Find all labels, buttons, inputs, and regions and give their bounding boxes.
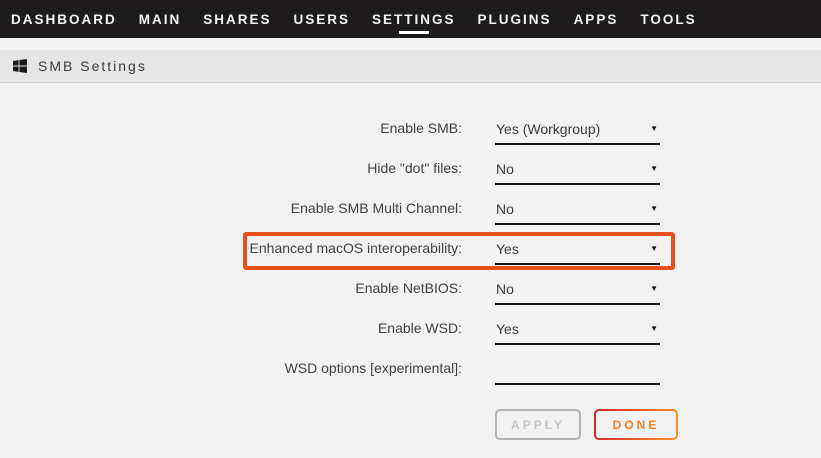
nav-item-dashboard[interactable]: DASHBOARD [11,12,117,27]
button-row: APPLY DONE [495,409,821,440]
nav-item-main[interactable]: MAIN [139,12,182,27]
nav-item-users[interactable]: USERS [294,12,351,27]
dropdown-arrow-icon: ▼ [650,325,658,333]
form-row-macos-interoperability: Enhanced macOS interoperability: Yes ▼ [0,225,821,265]
macos-interoperability-select[interactable]: Yes ▼ [495,241,660,265]
smb-multi-channel-select[interactable]: No ▼ [495,201,660,225]
done-button[interactable]: DONE [594,409,678,440]
select-value: Yes [496,321,519,337]
field-label: Enable NetBIOS: [0,280,462,305]
nav-item-tools[interactable]: TOOLS [640,12,696,27]
enable-smb-select[interactable]: Yes (Workgroup) ▼ [495,121,660,145]
form-row-enable-wsd: Enable WSD: Yes ▼ [0,305,821,345]
apply-button[interactable]: APPLY [495,409,581,440]
field-label: Hide "dot" files: [0,160,462,185]
nav-item-settings[interactable]: SETTINGS [372,12,456,27]
dropdown-arrow-icon: ▼ [650,165,658,173]
field-label: WSD options [experimental]: [0,360,462,385]
form-row-hide-dot-files: Hide "dot" files: No ▼ [0,145,821,185]
form-row-enable-netbios: Enable NetBIOS: No ▼ [0,265,821,305]
select-value: Yes (Workgroup) [496,121,600,137]
page-title: SMB Settings [38,58,147,74]
select-value: Yes [496,241,519,257]
top-nav-bar: DASHBOARD MAIN SHARES USERS SETTINGS PLU… [0,0,821,38]
nav-item-shares[interactable]: SHARES [203,12,271,27]
page-header: SMB Settings [0,50,821,83]
field-label: Enable SMB Multi Channel: [0,200,462,225]
select-value: No [496,201,514,217]
select-value: No [496,161,514,177]
wsd-options-field [495,359,660,385]
dropdown-arrow-icon: ▼ [650,205,658,213]
top-strip [0,38,821,50]
enable-wsd-select[interactable]: Yes ▼ [495,321,660,345]
hide-dot-files-select[interactable]: No ▼ [495,161,660,185]
select-value: No [496,281,514,297]
field-label: Enable SMB: [0,120,462,145]
windows-icon [13,59,27,73]
enable-netbios-select[interactable]: No ▼ [495,281,660,305]
form-row-wsd-options: WSD options [experimental]: [0,345,821,385]
settings-form: Enable SMB: Yes (Workgroup) ▼ Hide "dot"… [0,83,821,457]
dropdown-arrow-icon: ▼ [650,245,658,253]
field-label: Enable WSD: [0,320,462,345]
form-row-enable-smb: Enable SMB: Yes (Workgroup) ▼ [0,105,821,145]
nav-item-plugins[interactable]: PLUGINS [478,12,552,27]
form-row-smb-multi-channel: Enable SMB Multi Channel: No ▼ [0,185,821,225]
dropdown-arrow-icon: ▼ [650,285,658,293]
field-label: Enhanced macOS interoperability: [0,240,462,265]
nav-item-apps[interactable]: APPS [574,12,619,27]
wsd-options-input[interactable] [495,359,660,375]
dropdown-arrow-icon: ▼ [650,125,658,133]
